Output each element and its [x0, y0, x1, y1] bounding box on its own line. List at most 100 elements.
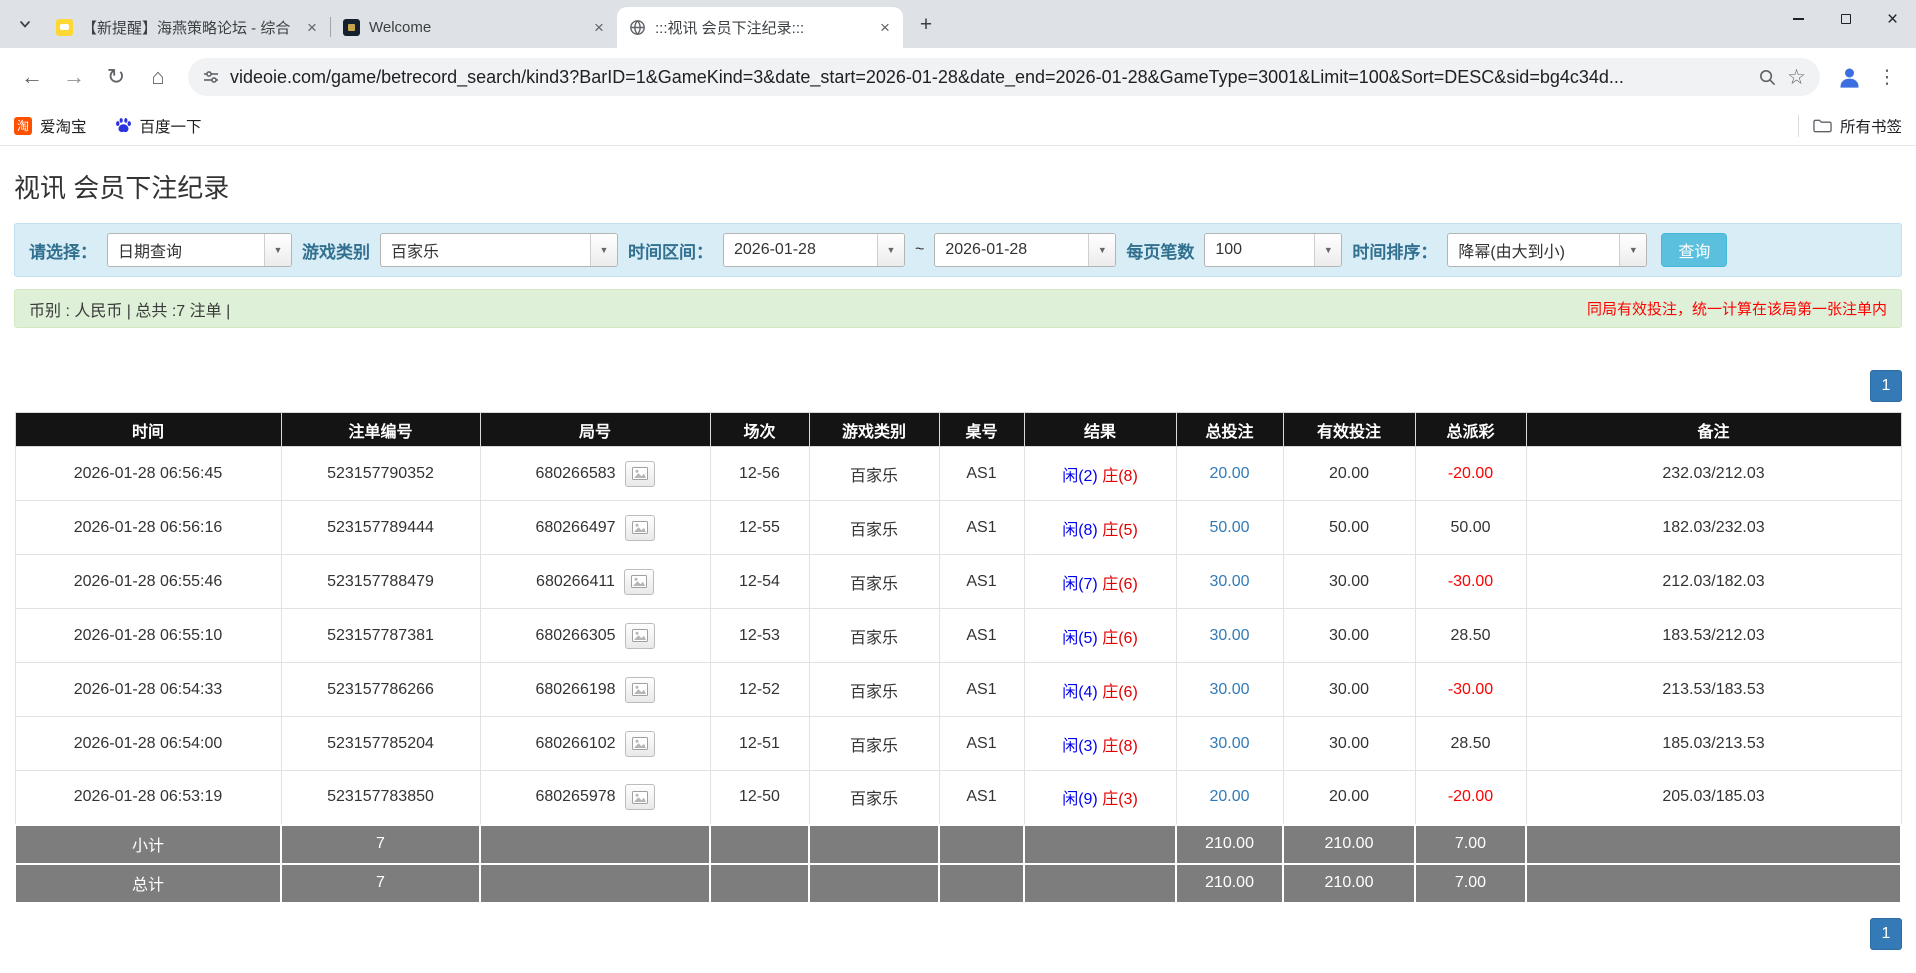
cell-table-no: AS1 [939, 717, 1024, 771]
cell-bet-id: 523157789444 [281, 501, 480, 555]
cell-time: 2026-01-28 06:55:10 [15, 609, 281, 663]
chevron-down-icon[interactable]: ▼ [264, 234, 291, 266]
page-button-1[interactable]: 1 [1870, 370, 1902, 402]
total-label: 总计 [15, 864, 281, 903]
cell-game-type: 百家乐 [809, 555, 939, 609]
round-detail-button[interactable] [625, 515, 655, 541]
window-maximize-button[interactable] [1822, 0, 1869, 38]
address-bar[interactable]: videoie.com/game/betrecord_search/kind3?… [188, 58, 1820, 96]
tab-close-icon[interactable]: × [589, 18, 609, 38]
cell-total-bet: 30.00 [1176, 663, 1283, 717]
picture-icon [632, 521, 648, 534]
round-detail-button[interactable] [625, 731, 655, 757]
browser-tab[interactable]: 【新提醒】海燕策略论坛 - 综合 × [44, 7, 330, 48]
game-type-dropdown[interactable]: 百家乐 ▼ [380, 233, 618, 267]
chevron-down-icon[interactable]: ▼ [877, 234, 904, 266]
round-number: 680266411 [536, 573, 615, 591]
cell-payout: 28.50 [1415, 717, 1526, 771]
minimize-icon [1793, 18, 1804, 20]
page-title: 视讯 会员下注纪录 [14, 168, 1902, 205]
chevron-down-icon[interactable]: ▼ [1314, 234, 1341, 266]
subtotal-label: 小计 [15, 825, 281, 864]
cell-valid-bet: 30.00 [1283, 609, 1415, 663]
tab-search-button[interactable] [10, 9, 40, 39]
pagination-top: 1 [14, 370, 1902, 402]
result-banker: 庄(5) [1102, 522, 1138, 539]
bookmark-baidu[interactable]: 百度一下 [115, 115, 202, 137]
cell-game-type: 百家乐 [809, 663, 939, 717]
sort-order-dropdown[interactable]: 降幂(由大到小) ▼ [1447, 233, 1647, 267]
tab-close-icon[interactable]: × [302, 18, 322, 38]
cell-remark: 185.03/213.53 [1526, 717, 1901, 771]
round-detail-button[interactable] [624, 569, 654, 595]
page-button-1[interactable]: 1 [1870, 918, 1902, 950]
cell-session: 12-54 [710, 555, 809, 609]
cell-result: 闲(9) 庄(3) [1024, 771, 1176, 825]
result-banker: 庄(6) [1102, 630, 1138, 647]
cell-session: 12-56 [710, 447, 809, 501]
round-number: 680266305 [535, 627, 615, 645]
picture-icon [632, 791, 648, 804]
all-bookmarks-button[interactable]: 所有书签 [1813, 115, 1902, 137]
cell-payout: -30.00 [1415, 663, 1526, 717]
window-close-button[interactable]: × [1869, 0, 1916, 38]
reload-button[interactable]: ↻ [96, 57, 136, 97]
round-detail-button[interactable] [625, 677, 655, 703]
picture-icon [632, 467, 648, 480]
cell-result: 闲(4) 庄(6) [1024, 663, 1176, 717]
cell-total-bet: 30.00 [1176, 717, 1283, 771]
cell-bet-id: 523157787381 [281, 609, 480, 663]
bookmark-aitaobao[interactable]: 淘 爱淘宝 [14, 115, 87, 137]
page-size-dropdown[interactable]: 100 ▼ [1204, 233, 1342, 267]
bet-table-body: 2026-01-28 06:56:45 523157790352 6802665… [15, 447, 1901, 825]
magnifier-icon[interactable] [1758, 68, 1777, 87]
chevron-down-icon[interactable]: ▼ [1088, 234, 1115, 266]
maximize-icon [1841, 14, 1851, 24]
browser-toolbar: ← → ↻ ⌂ videoie.com/game/betrecord_searc… [0, 48, 1916, 106]
cell-result: 闲(7) 庄(6) [1024, 555, 1176, 609]
cell-total-bet: 20.00 [1176, 447, 1283, 501]
date-end-dropdown[interactable]: 2026-01-28 ▼ [934, 233, 1116, 267]
chevron-down-icon[interactable]: ▼ [1619, 234, 1646, 266]
cell-result: 闲(8) 庄(5) [1024, 501, 1176, 555]
search-button[interactable]: 查询 [1661, 233, 1727, 267]
home-button[interactable]: ⌂ [138, 57, 178, 97]
valid-bet-note-text: 同局有效投注，统一计算在该局第一张注单内 [1587, 298, 1887, 319]
browser-tab[interactable]: Welcome × [331, 7, 617, 48]
total-row: 总计 7 210.00 210.00 7.00 [15, 864, 1901, 903]
browser-menu-button[interactable]: ⋮ [1870, 58, 1904, 96]
round-number: 680266583 [535, 465, 615, 483]
column-header-total-bet: 总投注 [1176, 413, 1283, 447]
tab-close-icon[interactable]: × [875, 18, 895, 38]
cell-result: 闲(2) 庄(8) [1024, 447, 1176, 501]
result-banker: 庄(6) [1102, 576, 1138, 593]
back-button[interactable]: ← [12, 57, 52, 97]
round-detail-button[interactable] [625, 461, 655, 487]
cell-valid-bet: 30.00 [1283, 663, 1415, 717]
new-tab-button[interactable]: + [911, 10, 941, 40]
date-start-dropdown[interactable]: 2026-01-28 ▼ [723, 233, 905, 267]
tab-title: :::视讯 会员下注纪录::: [655, 17, 866, 38]
select-mode-dropdown[interactable]: 日期查询 ▼ [107, 233, 292, 267]
round-number: 680266198 [535, 681, 615, 699]
cell-result: 闲(3) 庄(8) [1024, 717, 1176, 771]
chevron-down-icon[interactable]: ▼ [590, 234, 617, 266]
cell-remark: 212.03/182.03 [1526, 555, 1901, 609]
site-info-icon[interactable] [202, 68, 220, 86]
cell-remark: 213.53/183.53 [1526, 663, 1901, 717]
cell-session: 12-55 [710, 501, 809, 555]
browser-tab-active[interactable]: :::视讯 会员下注纪录::: × [617, 7, 903, 48]
filter-label-sort: 时间排序： [1352, 238, 1437, 263]
round-detail-button[interactable] [625, 784, 655, 810]
window-minimize-button[interactable] [1775, 0, 1822, 38]
page-content: 视讯 会员下注纪录 请选择： 日期查询 ▼ 游戏类别 百家乐 ▼ 时间区间： 2… [0, 168, 1916, 950]
result-player: 闲(7) [1062, 576, 1098, 593]
picture-icon [631, 575, 647, 588]
picture-icon [632, 683, 648, 696]
round-detail-button[interactable] [625, 623, 655, 649]
cell-valid-bet: 50.00 [1283, 501, 1415, 555]
forward-button[interactable]: → [54, 57, 94, 97]
bookmark-star-button[interactable]: ☆ [1787, 67, 1806, 88]
profile-avatar[interactable] [1830, 58, 1868, 96]
cell-session: 12-50 [710, 771, 809, 825]
